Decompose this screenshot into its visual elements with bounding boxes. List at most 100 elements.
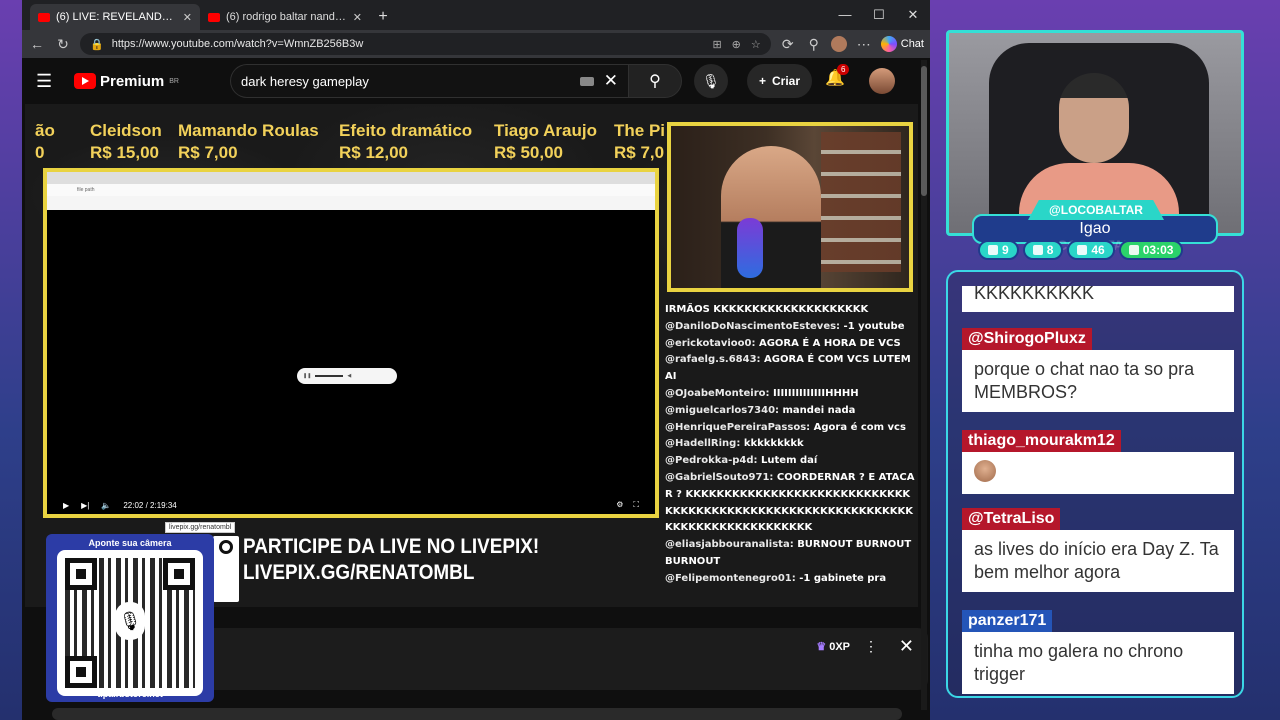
- streamer-head: [1059, 73, 1129, 163]
- youtube-count-stat: 8: [1022, 240, 1064, 260]
- create-button[interactable]: + Criar: [747, 64, 813, 98]
- chat-line: @miguelcarlos7340: mandei nada: [665, 404, 856, 416]
- tab-second[interactable]: (6) rodrigo baltar nando moura se ✕: [200, 4, 370, 30]
- clock-icon: [1128, 245, 1139, 255]
- maximize-icon[interactable]: ☐: [862, 0, 896, 30]
- message-user: @TetraLiso: [962, 508, 1061, 530]
- copilot-chat-button[interactable]: Chat: [880, 36, 924, 52]
- streamer-camera: [667, 122, 913, 292]
- close-tab-icon[interactable]: ✕: [183, 11, 192, 24]
- chat-count-stat: 9: [978, 240, 1019, 260]
- extensions-icon[interactable]: ⟳: [779, 36, 797, 53]
- fullscreen-icon: ⛶: [633, 500, 639, 509]
- back-icon[interactable]: ←: [28, 36, 46, 52]
- tab-title: (6) LIVE: REVELANDO NOVOS ÁUD: [56, 11, 177, 23]
- message-user: thiago_mourakm12: [962, 430, 1121, 452]
- menu-icon[interactable]: ☰: [36, 71, 66, 92]
- volume-icon: ◀: [347, 373, 352, 379]
- message-user: panzer171: [962, 610, 1053, 632]
- bookshelf: [821, 132, 901, 272]
- livepix-banner: PARTICIPE DA LIVE NO LIVEPIX! LIVEPIX.GG…: [243, 535, 540, 584]
- more-options-icon[interactable]: ⋮: [864, 638, 878, 655]
- donor-item: The Pi R$ 7,0: [614, 121, 666, 162]
- youtube-icon: [1032, 245, 1043, 255]
- chat-message: thiago_mourakm12: [962, 430, 1234, 494]
- timer-stat: 03:03: [1118, 240, 1184, 260]
- livepix-tooltip: livepix.gg/renatombl: [165, 522, 236, 533]
- chat-message: KKKKKKKKKK: [962, 286, 1234, 312]
- chat-line: @rafaelg.s.6843: AGORA É COM VCS LUTEM A…: [665, 354, 911, 383]
- mic-icon: 🎙: [115, 602, 145, 640]
- chat-message: panzer171 tinha mo galera no chrono trig…: [962, 610, 1234, 694]
- page-scrollbar[interactable]: [921, 60, 927, 710]
- url-field[interactable]: 🔒 https://www.youtube.com/watch?v=WmnZB2…: [80, 33, 771, 55]
- refresh-icon[interactable]: ↻: [54, 36, 72, 53]
- tab-live[interactable]: (6) LIVE: REVELANDO NOVOS ÁUD ✕: [30, 4, 200, 30]
- qr-url: tipa.rbstore.net: [97, 689, 163, 699]
- apps-icon[interactable]: ⊞: [712, 38, 721, 51]
- streamer: [721, 146, 821, 288]
- donor-item: Tiago Araujo R$ 50,00: [494, 121, 597, 162]
- notifications-button[interactable]: 🔔 6: [825, 64, 850, 88]
- search-icon: ⚲: [649, 73, 661, 90]
- chat-line: @Pedrokka-p4d: Lutem daí: [665, 455, 818, 467]
- search-input[interactable]: dark heresy gameplay ✕: [230, 64, 628, 98]
- chat-line: @erickotavioo0: AGORA É A HORA DE VCS: [665, 337, 901, 349]
- inner-player-controls: ▶ ▶| 🔈 22:02 / 2:19:34 ⚙ ⛶: [47, 496, 655, 514]
- profile-avatar[interactable]: [830, 36, 847, 52]
- audio-player-pill: ❚❚ ◀: [297, 368, 397, 384]
- minimize-icon[interactable]: —: [828, 0, 862, 30]
- chat-line: @OJoabeMonteiro: IIIIIIIIIIIIIIHHHH: [665, 387, 859, 399]
- keyboard-icon[interactable]: [579, 76, 594, 86]
- create-label: Criar: [772, 74, 801, 88]
- stream-chat-log: IRMÃOS KKKKKKKKKKKKKKKKKKKK @DaniloDoNas…: [665, 302, 917, 584]
- address-bar: ← ↻ 🔒 https://www.youtube.com/watch?v=Wm…: [22, 30, 930, 58]
- chat-line: @Felipemontenegro01: -1 gabinete pra tod…: [665, 572, 887, 584]
- channel-handle: @LOCOBALTAR: [1028, 200, 1164, 220]
- chat-line: @HadellRing: kkkkkkkkk: [665, 438, 804, 450]
- collections-icon[interactable]: ⚲: [805, 36, 823, 53]
- donor-item: Mamando Roulas R$ 7,00: [178, 121, 319, 162]
- play-icon: ▶: [63, 500, 70, 510]
- qr-title: Aponte sua câmera: [88, 538, 172, 548]
- logo-text: Premium: [100, 72, 165, 90]
- livepix-side-tag: [213, 536, 239, 602]
- message-body: [962, 452, 1234, 494]
- notification-count: 6: [837, 64, 850, 75]
- settings-icon: ⚙: [616, 500, 624, 509]
- lock-icon: 🔒: [90, 38, 104, 51]
- youtube-logo[interactable]: Premium BR: [74, 73, 179, 90]
- audio-progress: [315, 375, 344, 377]
- chat-message: @ShirogoPluxz porque o chat nao ta so pr…: [962, 328, 1234, 412]
- youtube-favicon-icon: [38, 12, 50, 22]
- video-player[interactable]: ão 0 Cleidson R$ 15,00 Mamando Roulas R$ 7,…: [25, 104, 918, 607]
- chat-line: @HenriquePereiraPassos: Agora é com vcs: [665, 421, 906, 433]
- qr-code-card: Aponte sua câmera 🎙 tipa.rbstore.net: [46, 534, 214, 702]
- clear-search-icon[interactable]: ✕: [604, 71, 618, 91]
- copilot-icon: [880, 36, 897, 52]
- favorite-icon[interactable]: ☆: [751, 38, 761, 51]
- close-window-icon[interactable]: ✕: [896, 0, 930, 30]
- zoom-icon[interactable]: ⊕: [732, 38, 741, 51]
- close-panel-icon[interactable]: ✕: [899, 636, 914, 657]
- region-code: BR: [169, 77, 179, 85]
- steam-icon: [1077, 245, 1088, 255]
- message-body: porque o chat nao ta so pra MEMBROS?: [962, 350, 1234, 412]
- crown-icon: ♛: [816, 641, 827, 653]
- search-button[interactable]: ⚲: [628, 64, 682, 98]
- tab-title: (6) rodrigo baltar nando moura se: [226, 11, 347, 23]
- emote: [974, 460, 996, 482]
- chat-line: @eliasjabbouranalista: BURNOUT BURNOUT B…: [665, 539, 912, 567]
- voice-search-button[interactable]: 🎙: [694, 64, 728, 98]
- account-avatar[interactable]: [869, 68, 895, 94]
- url-tools: ⊞ ⊕ ☆: [712, 38, 760, 51]
- more-icon[interactable]: ⋯: [855, 36, 873, 53]
- xp-badge[interactable]: ♛ 0XP: [816, 640, 850, 654]
- message-user: @ShirogoPluxz: [962, 328, 1092, 350]
- next-icon: ▶|: [81, 500, 90, 510]
- chat-line: IRMÃOS KKKKKKKKKKKKKKKKKKKK: [665, 304, 869, 315]
- search-value: dark heresy gameplay: [241, 73, 369, 89]
- close-tab-icon[interactable]: ✕: [353, 11, 362, 24]
- new-tab-button[interactable]: +: [370, 4, 396, 30]
- donor-item: ão 0: [35, 121, 55, 162]
